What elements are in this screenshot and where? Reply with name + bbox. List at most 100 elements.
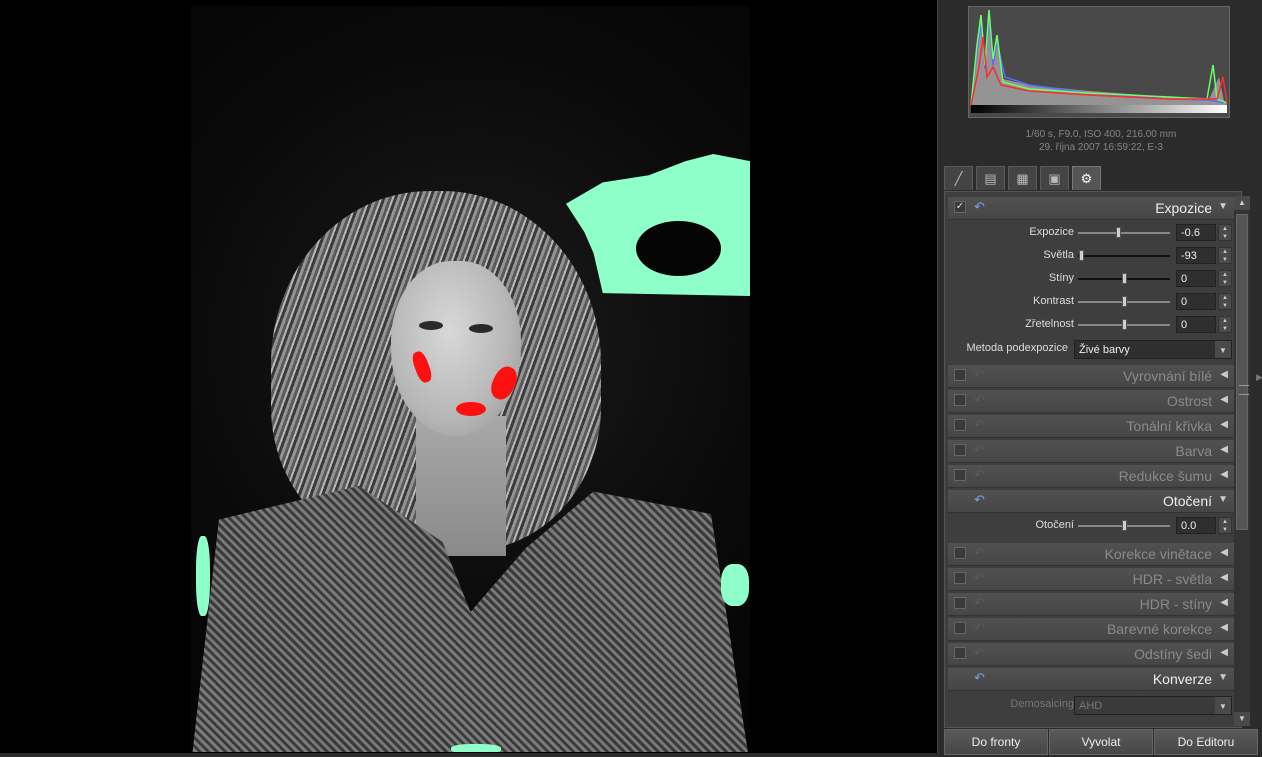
scroll-up-icon[interactable]: ▲ xyxy=(1234,196,1250,210)
undo-icon[interactable]: ↶ xyxy=(974,492,985,508)
kontrast-slider[interactable] xyxy=(1078,296,1170,307)
undo-icon[interactable]: ↶ xyxy=(974,392,985,408)
undo-icon[interactable]: ↶ xyxy=(974,442,985,458)
otoceni-value-field[interactable]: 0.0 xyxy=(1176,517,1216,534)
slider-knob[interactable] xyxy=(1116,227,1121,238)
scrollbar-thumb[interactable] xyxy=(1236,214,1249,530)
stiny-slider[interactable] xyxy=(1078,273,1170,284)
section-enable-checkbox[interactable] xyxy=(954,572,966,584)
section-title: Redukce šumu xyxy=(1118,468,1212,484)
queue-button[interactable]: Do fronty xyxy=(944,729,1048,755)
section-tonalni-krivka[interactable]: ↶ Tonální křivka ◀ xyxy=(948,415,1236,438)
method-select[interactable]: Živé barvy ▼ xyxy=(1074,340,1232,359)
section-enable-checkbox[interactable] xyxy=(954,394,966,406)
collapsed-arrow-icon: ◀ xyxy=(1220,622,1228,633)
otoceni-slider[interactable] xyxy=(1078,520,1170,531)
section-enable-checkbox[interactable] xyxy=(954,597,966,609)
kontrast-value-field[interactable]: 0 xyxy=(1176,293,1216,310)
undo-icon[interactable]: ↶ xyxy=(974,545,985,561)
section-hdr-svetla[interactable]: ↶ HDR - světla ◀ xyxy=(948,568,1236,591)
undo-icon[interactable]: ↶ xyxy=(974,645,985,661)
spin-button[interactable]: ▲ ▼ xyxy=(1218,316,1232,333)
section-enable-checkbox[interactable] xyxy=(954,369,966,381)
tab-export[interactable]: ▣ xyxy=(1040,166,1069,190)
demosaicing-select[interactable]: AHD ▼ xyxy=(1074,696,1232,715)
section-enable-checkbox[interactable] xyxy=(954,547,966,559)
overexposure-mark-lips xyxy=(456,402,486,416)
expozice-value-field[interactable]: -0.6 xyxy=(1176,224,1216,241)
undo-icon[interactable]: ↶ xyxy=(974,595,985,611)
slider-knob[interactable] xyxy=(1122,296,1127,307)
tools-scrollbar[interactable]: ▲ ▼ xyxy=(1234,196,1250,726)
section-otoceni[interactable]: ↶ Otočení ▼ xyxy=(948,490,1236,513)
section-enable-checkbox[interactable] xyxy=(954,419,966,431)
section-hdr-stiny[interactable]: ↶ HDR - stíny ◀ xyxy=(948,593,1236,616)
expanded-arrow-icon: ▼ xyxy=(1218,494,1228,505)
section-korekce-vinetace[interactable]: ↶ Korekce vinětace ◀ xyxy=(948,543,1236,566)
undo-icon[interactable]: ↶ xyxy=(974,467,985,483)
photo-preview[interactable] xyxy=(191,6,750,752)
demosaicing-value: AHD xyxy=(1079,700,1103,712)
undo-icon[interactable]: ↶ xyxy=(974,199,985,215)
slider-knob[interactable] xyxy=(1122,273,1127,284)
tab-film[interactable]: ▦ xyxy=(1008,166,1037,190)
brush-icon: ╱ xyxy=(954,171,963,186)
expozice-slider[interactable] xyxy=(1078,227,1170,238)
svetla-value-field[interactable]: -93 xyxy=(1176,247,1216,264)
section-enable-checkbox[interactable] xyxy=(954,469,966,481)
export-icon: ▣ xyxy=(1048,171,1061,186)
slider-knob[interactable] xyxy=(1122,520,1127,531)
collapsed-arrow-icon: ◀ xyxy=(1220,469,1228,480)
collapsed-arrow-icon: ◀ xyxy=(1220,547,1228,558)
section-title: HDR - světla xyxy=(1132,571,1212,587)
develop-button[interactable]: Vyvolat xyxy=(1049,729,1153,755)
section-enable-checkbox[interactable] xyxy=(954,622,966,634)
histogram xyxy=(968,6,1230,118)
method-label: Metoda podexpozice xyxy=(966,342,1068,354)
panel-toggle-icon[interactable]: ▶ xyxy=(1256,372,1262,383)
section-enable-checkbox[interactable] xyxy=(954,647,966,659)
photo-eye-right xyxy=(469,324,493,333)
collapsed-arrow-icon: ◀ xyxy=(1220,572,1228,583)
section-barevne-korekce[interactable]: ↶ Barevné korekce ◀ xyxy=(948,618,1236,641)
tab-brush[interactable]: ╱ xyxy=(944,166,973,190)
section-vyrovnani-bile[interactable]: ↶ Vyrovnání bílé ◀ xyxy=(948,365,1236,388)
undo-icon[interactable]: ↶ xyxy=(974,367,985,383)
scroll-down-icon[interactable]: ▼ xyxy=(1234,712,1250,726)
spin-button[interactable]: ▲ ▼ xyxy=(1218,247,1232,264)
spin-button[interactable]: ▲ ▼ xyxy=(1218,293,1232,310)
spin-button[interactable]: ▲ ▼ xyxy=(1218,224,1232,241)
section-title: Otočení xyxy=(1162,493,1212,509)
spin-button[interactable]: ▲ ▼ xyxy=(1218,517,1232,534)
spin-button[interactable]: ▲ ▼ xyxy=(1218,270,1232,287)
stiny-value-field[interactable]: 0 xyxy=(1176,270,1216,287)
image-viewer[interactable] xyxy=(0,0,938,753)
expanded-arrow-icon: ▼ xyxy=(1218,672,1228,683)
layers-icon: ▤ xyxy=(984,171,997,186)
section-barva[interactable]: ↶ Barva ◀ xyxy=(948,440,1236,463)
tab-layers[interactable]: ▤ xyxy=(976,166,1005,190)
slider-knob[interactable] xyxy=(1122,319,1127,330)
undo-icon[interactable]: ↶ xyxy=(974,670,985,686)
section-konverze[interactable]: ↶ Konverze ▼ xyxy=(948,668,1236,691)
section-odstiny-sedi[interactable]: ↶ Odstíny šedi ◀ xyxy=(948,643,1236,666)
collapsed-arrow-icon: ◀ xyxy=(1220,419,1228,430)
underexposure-mark-right xyxy=(721,564,749,606)
editor-button[interactable]: Do Editoru xyxy=(1154,729,1258,755)
zretelnost-value-field[interactable]: 0 xyxy=(1176,316,1216,333)
slider-label: Stíny xyxy=(1048,272,1074,284)
svetla-slider[interactable] xyxy=(1078,250,1170,261)
tab-settings[interactable]: ⚙ xyxy=(1072,166,1101,190)
slider-row-svetla: Světla -93 ▲ ▼ xyxy=(948,245,1236,268)
section-redukce-sumu[interactable]: ↶ Redukce šumu ◀ xyxy=(948,465,1236,488)
zretelnost-slider[interactable] xyxy=(1078,319,1170,330)
undo-icon[interactable]: ↶ xyxy=(974,620,985,636)
section-enable-checkbox[interactable] xyxy=(954,444,966,456)
slider-knob[interactable] xyxy=(1079,250,1084,261)
slider-row-zretelnost: Zřetelnost 0 ▲ ▼ xyxy=(948,314,1236,337)
undo-icon[interactable]: ↶ xyxy=(974,570,985,586)
section-expozice[interactable]: ✓ ↶ Expozice ▼ xyxy=(948,197,1236,220)
undo-icon[interactable]: ↶ xyxy=(974,417,985,433)
section-ostrost[interactable]: ↶ Ostrost ◀ xyxy=(948,390,1236,413)
section-enable-checkbox[interactable]: ✓ xyxy=(954,201,966,213)
